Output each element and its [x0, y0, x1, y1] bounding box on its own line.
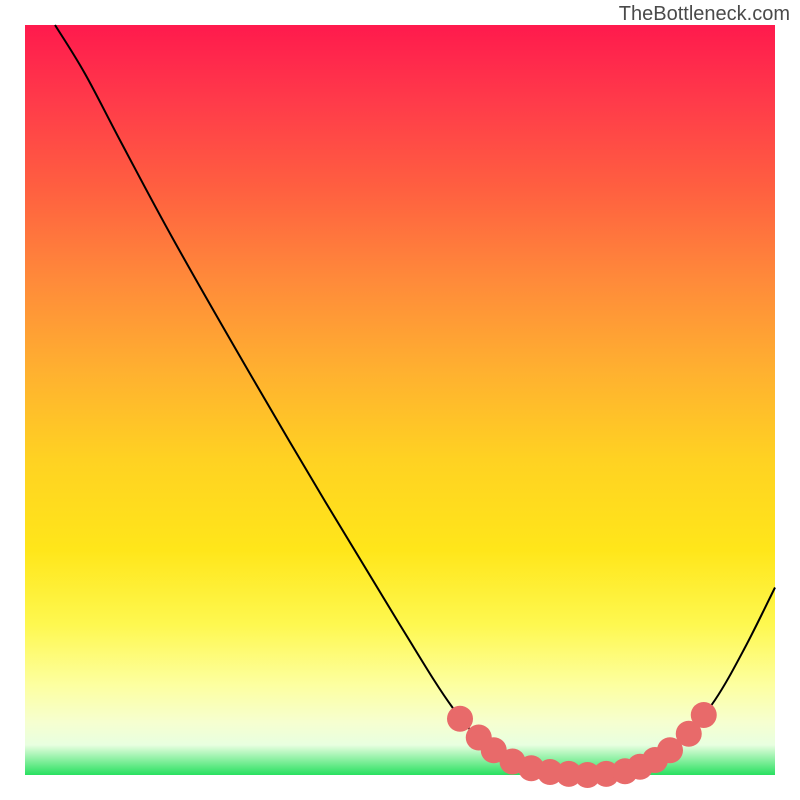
curve-markers	[447, 702, 717, 788]
bottleneck-curve	[55, 25, 775, 775]
credit-text: TheBottleneck.com	[619, 3, 790, 26]
